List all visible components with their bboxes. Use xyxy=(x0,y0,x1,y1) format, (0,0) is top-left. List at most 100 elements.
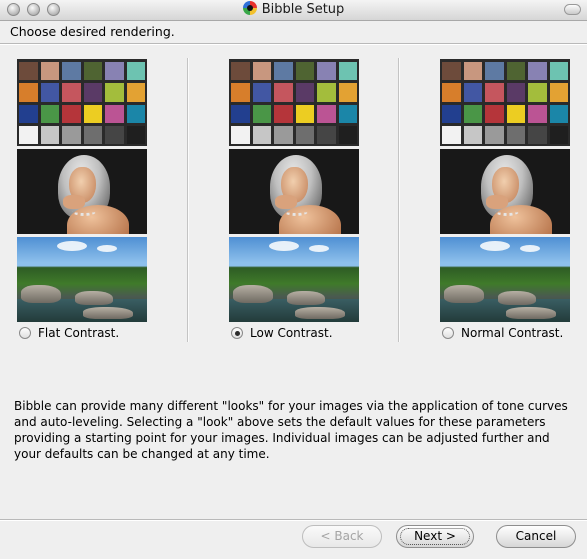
color-patch xyxy=(317,83,336,102)
color-patch xyxy=(19,62,38,81)
color-patch xyxy=(295,62,314,81)
color-patch xyxy=(295,83,314,102)
column-divider xyxy=(187,58,189,342)
color-patch xyxy=(62,104,81,123)
title-bar: Bibble Setup xyxy=(0,0,587,21)
color-patch xyxy=(485,104,504,123)
color-patch xyxy=(506,62,525,81)
color-patch xyxy=(506,104,525,123)
color-patch xyxy=(295,104,314,123)
color-patch xyxy=(62,125,81,144)
color-patch xyxy=(442,104,461,123)
color-patch xyxy=(83,104,102,123)
color-patch xyxy=(83,62,102,81)
color-patch xyxy=(83,83,102,102)
bottom-divider xyxy=(0,519,587,521)
color-patch xyxy=(126,62,145,81)
color-patch xyxy=(105,104,124,123)
color-patch xyxy=(463,104,482,123)
window-title-container: Bibble Setup xyxy=(0,1,587,17)
color-patch xyxy=(105,125,124,144)
color-patch xyxy=(485,83,504,102)
color-patch xyxy=(126,104,145,123)
color-patch xyxy=(274,62,293,81)
color-patch xyxy=(338,104,357,123)
color-patch xyxy=(19,125,38,144)
color-patch xyxy=(485,125,504,144)
option-preview-normal[interactable] xyxy=(440,59,570,322)
color-patch xyxy=(274,104,293,123)
option-label: Low Contrast. xyxy=(250,326,333,340)
color-patch xyxy=(83,125,102,144)
option-normal-contrast[interactable]: Normal Contrast. xyxy=(442,325,563,341)
toolbar-toggle-button[interactable] xyxy=(564,4,581,15)
color-patch xyxy=(485,62,504,81)
bibble-logo-icon xyxy=(242,1,257,15)
color-patch xyxy=(19,104,38,123)
color-patch xyxy=(528,104,547,123)
color-patch xyxy=(442,83,461,102)
color-patch xyxy=(463,83,482,102)
color-patch xyxy=(40,104,59,123)
color-patch xyxy=(528,83,547,102)
color-patch xyxy=(506,125,525,144)
description-text: Bibble can provide many different "looks… xyxy=(14,399,568,461)
color-patch xyxy=(62,83,81,102)
color-patch xyxy=(528,125,547,144)
color-patch xyxy=(549,104,568,123)
color-patch xyxy=(40,125,59,144)
color-patch xyxy=(231,104,250,123)
color-patch xyxy=(549,62,568,81)
color-patch xyxy=(252,125,271,144)
radio-button[interactable] xyxy=(442,327,454,339)
color-patch xyxy=(442,125,461,144)
option-label: Flat Contrast. xyxy=(38,326,120,340)
option-label: Normal Contrast. xyxy=(461,326,564,340)
back-button[interactable]: < Back xyxy=(302,525,382,548)
radio-button[interactable] xyxy=(19,327,31,339)
radio-button[interactable] xyxy=(231,327,243,339)
cancel-button-label: Cancel xyxy=(515,529,557,543)
color-patch xyxy=(338,83,357,102)
color-patch xyxy=(463,62,482,81)
option-low-contrast[interactable]: Low Contrast. xyxy=(231,325,333,341)
color-patch xyxy=(231,83,250,102)
color-patch xyxy=(105,83,124,102)
color-patch xyxy=(105,62,124,81)
color-patch xyxy=(317,62,336,81)
color-patch xyxy=(40,62,59,81)
column-divider xyxy=(398,58,400,342)
color-patch xyxy=(549,83,568,102)
option-flat-contrast[interactable]: Flat Contrast. xyxy=(19,325,119,341)
window-title: Bibble Setup xyxy=(261,2,345,17)
color-patch xyxy=(528,62,547,81)
option-preview-flat[interactable] xyxy=(17,59,147,322)
option-preview-low[interactable] xyxy=(229,59,359,322)
color-patch xyxy=(338,125,357,144)
cancel-button[interactable]: Cancel xyxy=(496,525,576,548)
color-patch xyxy=(231,62,250,81)
portrait-sample-image xyxy=(229,149,359,234)
color-checker-image xyxy=(440,59,570,146)
back-button-label: < Back xyxy=(320,529,364,543)
landscape-sample-image xyxy=(17,237,147,322)
landscape-sample-image xyxy=(229,237,359,322)
color-patch xyxy=(317,104,336,123)
color-patch xyxy=(506,83,525,102)
color-patch xyxy=(126,83,145,102)
color-patch xyxy=(442,62,461,81)
color-patch xyxy=(252,83,271,102)
top-divider xyxy=(0,43,587,45)
focus-ring xyxy=(400,528,470,545)
color-patch xyxy=(252,104,271,123)
next-button[interactable]: Next > xyxy=(396,525,474,548)
color-patch xyxy=(126,125,145,144)
landscape-sample-image xyxy=(440,237,570,322)
color-patch xyxy=(549,125,568,144)
color-patch xyxy=(252,62,271,81)
color-patch xyxy=(62,62,81,81)
color-patch xyxy=(463,125,482,144)
color-patch xyxy=(274,125,293,144)
page-heading: Choose desired rendering. xyxy=(10,24,175,39)
portrait-sample-image xyxy=(17,149,147,234)
